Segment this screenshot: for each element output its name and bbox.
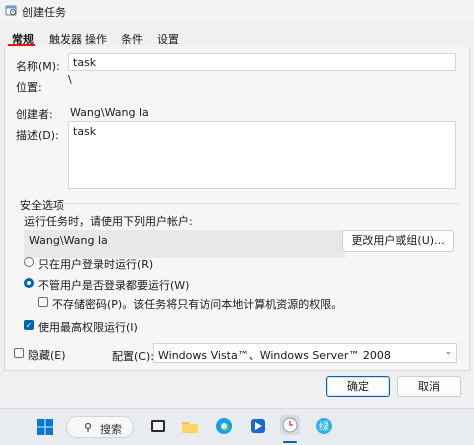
active-tab-indicator [8,44,35,46]
highest-privileges-label[interactable]: 使用最高权限运行(I) [38,319,138,335]
active-app-indicator [283,441,297,443]
start-icon[interactable] [36,418,54,436]
highest-privileges-checkbox[interactable]: ✓ [24,320,34,330]
tab-triggers[interactable]: 触发器 [47,31,84,46]
cancel-button[interactable]: 取消 [397,376,461,397]
configure-label: 配置(C): [112,350,154,363]
task-scheduler-icon [5,5,17,16]
author-label: 创建者: [16,108,53,121]
no-password-checkbox[interactable] [38,297,48,307]
clock-app-icon[interactable] [279,414,301,436]
file-explorer-icon[interactable] [180,416,200,436]
run-whether-logged-on-radio[interactable] [24,278,34,288]
svg-text:绿: 绿 [319,420,329,433]
run-whether-logged-on-label[interactable]: 不管用户是否登录都要运行(W) [38,277,189,293]
author-value: Wang\Wang la [70,106,149,119]
description-field[interactable]: task [68,121,456,189]
app-icon[interactable] [248,416,268,436]
hidden-label[interactable]: 隐藏(E) [28,347,66,363]
app-icon[interactable]: 绿 [314,416,334,436]
edge-icon[interactable] [214,416,234,436]
no-password-label[interactable]: 不存储密码(P)。该任务将只有访问本地计算机资源的权限。 [52,296,342,312]
user-account-field: Wang\Wang la [24,230,345,258]
name-label: 名称(M): [16,60,60,73]
security-options-title: 安全选项 [20,199,64,212]
taskbar-search-text: 搜索 [100,423,122,436]
run-only-logged-on-label[interactable]: 只在用户登录时运行(R) [38,256,153,272]
description-label: 描述(D): [16,129,59,142]
run-as-label: 运行任务时，请使用下列用户帐户: [24,215,193,228]
tab-actions[interactable]: 操作 [83,31,109,46]
chevron-down-icon: ⌄ [444,347,452,357]
ok-button[interactable]: 确定 [326,376,390,397]
hidden-checkbox[interactable] [14,348,24,358]
tab-settings[interactable]: 设置 [155,31,181,46]
configure-select[interactable]: Windows Vista™、Windows Server™ 2008 ⌄ [153,343,457,363]
name-field[interactable]: task [68,53,456,71]
location-value: \ [68,73,72,86]
window-title: 创建任务 [22,6,66,19]
group-divider [60,203,460,204]
change-user-button[interactable]: 更改用户或组(U)... [342,230,454,252]
title-bar [0,0,474,22]
location-label: 位置: [16,81,42,94]
configure-value: Windows Vista™、Windows Server™ 2008 [158,349,391,362]
run-only-logged-on-radio[interactable] [24,257,34,267]
tab-conditions[interactable]: 条件 [119,31,145,46]
search-icon: ⚲ [84,421,93,434]
task-view-icon[interactable] [148,416,168,436]
